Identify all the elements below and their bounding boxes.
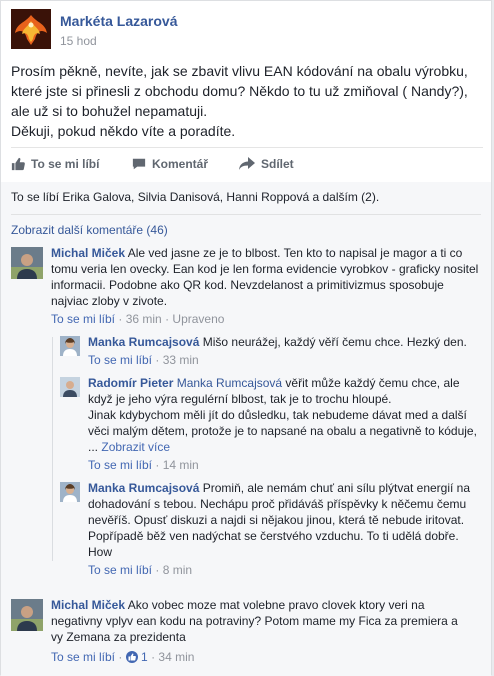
comment-meta: To se mi líbí · 14 min <box>88 458 199 472</box>
reply: Radomír Pieter Manka Rumcajsová věřit mů… <box>60 375 481 475</box>
like-button[interactable]: To se mi líbí <box>11 157 99 171</box>
comment-body: Radomír Pieter Manka Rumcajsová věřit mů… <box>88 375 480 455</box>
share-button[interactable]: Sdílet <box>239 157 294 171</box>
likes-summary[interactable]: To se líbí Erika Galova, Silvia Danisová… <box>11 190 379 204</box>
comment-like-link[interactable]: To se mi líbí <box>88 353 152 367</box>
reply: Manka Rumcajsová Promiň, ale nemám chuť … <box>60 480 481 580</box>
like-label: To se mi líbí <box>31 157 100 171</box>
reaction-count[interactable]: 1 <box>141 650 148 664</box>
post-actions: To se mi líbí Komentář Sdílet <box>11 147 483 183</box>
commenter-avatar[interactable] <box>60 482 80 502</box>
comment-meta: To se mi líbí · 33 min <box>88 353 199 367</box>
comment-body: Michal Miček Ale ved jasne ze je to blbo… <box>51 245 481 309</box>
commenter-avatar[interactable] <box>11 599 43 631</box>
comment-author[interactable]: Manka Rumcajsová <box>88 481 199 495</box>
comment-icon <box>132 158 146 170</box>
separator: · <box>161 312 173 326</box>
comment-like-link[interactable]: To se mi líbí <box>88 563 152 577</box>
post-timestamp[interactable]: 15 hod <box>60 34 97 48</box>
comment-time[interactable]: 8 min <box>163 563 192 577</box>
comment-button[interactable]: Komentář <box>132 157 208 171</box>
comment-time[interactable]: 34 min <box>158 650 194 664</box>
comment-time[interactable]: 33 min <box>163 353 199 367</box>
share-label: Sdílet <box>261 157 294 171</box>
author-avatar[interactable] <box>11 9 51 49</box>
comments-section: To se líbí Erika Galova, Silvia Danisová… <box>1 182 491 676</box>
mentioned-user[interactable]: Manka Rumcajsová <box>177 376 282 390</box>
separator: · <box>115 312 126 326</box>
comment-author[interactable]: Radomír Pieter <box>88 376 173 390</box>
separator: · <box>115 650 126 664</box>
comment-time[interactable]: 14 min <box>163 458 199 472</box>
reply-thread-line <box>52 337 53 561</box>
commenter-avatar[interactable] <box>11 247 43 279</box>
comment-like-link[interactable]: To se mi líbí <box>51 312 115 326</box>
reply: Manka Rumcajsová Mišo neurážej, každý vě… <box>60 334 481 370</box>
comment: Michal Miček Ako vobec moze mat volebne … <box>11 597 481 667</box>
share-icon <box>239 157 255 170</box>
post-text: Prosím pěkně, nevíte, jak se zbavit vliv… <box>11 63 468 139</box>
comment-body: Manka Rumcajsová Mišo neurážej, každý vě… <box>88 334 480 350</box>
comment-meta: To se mi líbí · 8 min <box>88 563 192 577</box>
separator: · <box>147 650 159 664</box>
like-reaction-icon[interactable] <box>125 651 138 663</box>
edited-label[interactable]: Upraveno <box>172 312 224 326</box>
commenter-avatar[interactable] <box>60 377 80 397</box>
comment-like-link[interactable]: To se mi líbí <box>51 650 115 664</box>
separator: · <box>152 458 163 472</box>
view-more-comments-link[interactable]: Zobrazit další komentáře (46) <box>11 223 168 237</box>
comment-like-link[interactable]: To se mi líbí <box>88 458 152 472</box>
comment-author[interactable]: Michal Miček <box>51 246 125 260</box>
comment-meta: To se mi líbí · 36 min · Upraveno <box>51 312 224 326</box>
post-author-name[interactable]: Markéta Lazarová <box>60 13 178 29</box>
comment-time[interactable]: 36 min <box>126 312 162 326</box>
comment-author[interactable]: Manka Rumcajsová <box>88 335 199 349</box>
post-card: Markéta Lazarová 15 hod Prosím pěkně, ne… <box>0 0 492 676</box>
comment-text: Mišo neurážej, každý věří čemu chce. Hez… <box>202 335 467 349</box>
separator: · <box>152 563 163 577</box>
see-more-link[interactable]: Zobrazit více <box>101 440 170 454</box>
comment: Michal Miček Ale ved jasne ze je to blbo… <box>11 245 481 333</box>
commenter-avatar[interactable] <box>60 336 80 356</box>
comment-meta: To se mi líbí · 1 · 34 min <box>51 650 194 664</box>
comment-body: Manka Rumcajsová Promiň, ale nemám chuť … <box>88 480 480 560</box>
comment-author[interactable]: Michal Miček <box>51 598 125 612</box>
separator: · <box>152 353 163 367</box>
thumbs-up-icon <box>11 157 25 171</box>
comment-label: Komentář <box>152 157 209 171</box>
comment-body: Michal Miček Ako vobec moze mat volebne … <box>51 597 471 645</box>
divider <box>11 214 481 215</box>
